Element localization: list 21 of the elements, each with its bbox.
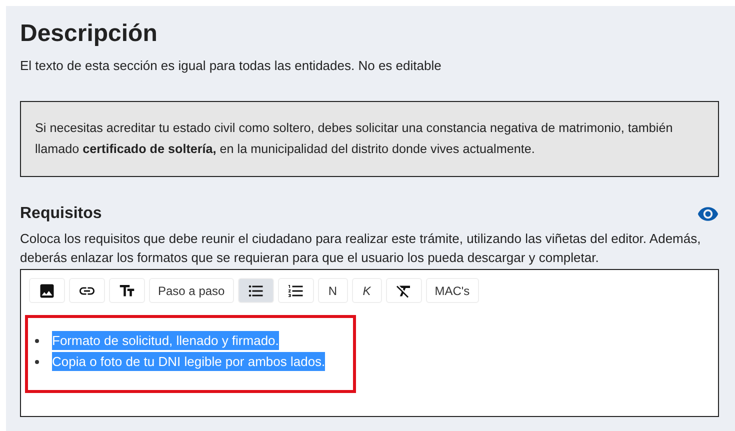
list-item: Copia o foto de tu DNI legible por ambos lados. bbox=[52, 352, 326, 371]
clear-format-button[interactable] bbox=[386, 278, 422, 303]
rich-text-editor[interactable]: Paso a paso N K MAC's Formato de solicitud, llenado y firmado. Copia o foto de tu DNI legible por ambos lados. bbox=[20, 269, 719, 417]
text-size-button[interactable] bbox=[109, 278, 145, 303]
requirements-help: Coloca los requisitos que debe reunir el ciudadano para realizar este trámite, utilizando las viñetas del editor. Además, deberás enlazar los formatos que se requieran para que el usuario los pueda descargar y completar. bbox=[20, 230, 702, 267]
numbered-list-button[interactable] bbox=[278, 278, 314, 303]
toolbar-button[interactable]: K bbox=[352, 278, 382, 303]
toolbar-button[interactable]: Paso a paso bbox=[149, 278, 234, 303]
list-item: Formato de solicitud, llenado y firmado. bbox=[52, 331, 279, 350]
requirements-title: Requisitos bbox=[20, 205, 102, 223]
image-button[interactable] bbox=[29, 278, 65, 303]
bullet-icon bbox=[35, 360, 39, 364]
toolbar-button[interactable]: N bbox=[318, 278, 348, 303]
description-notice: Si necesitas acreditar tu estado civil como soltero, debes solicitar una constancia negativa de matrimonio, también llamado certificado de soltería, en la municipalidad del distrito donde vives actualmente. bbox=[20, 101, 719, 177]
bullet-list-button[interactable] bbox=[238, 278, 274, 303]
bullet-icon bbox=[35, 338, 39, 342]
section-title: Descripción bbox=[20, 20, 158, 48]
section-subtitle: El texto de esta sección es igual para todas las entidades. No es editable bbox=[20, 58, 442, 73]
toolbar-button[interactable]: MAC's bbox=[426, 278, 479, 303]
image-icon bbox=[38, 282, 56, 300]
link-button[interactable] bbox=[69, 278, 105, 303]
